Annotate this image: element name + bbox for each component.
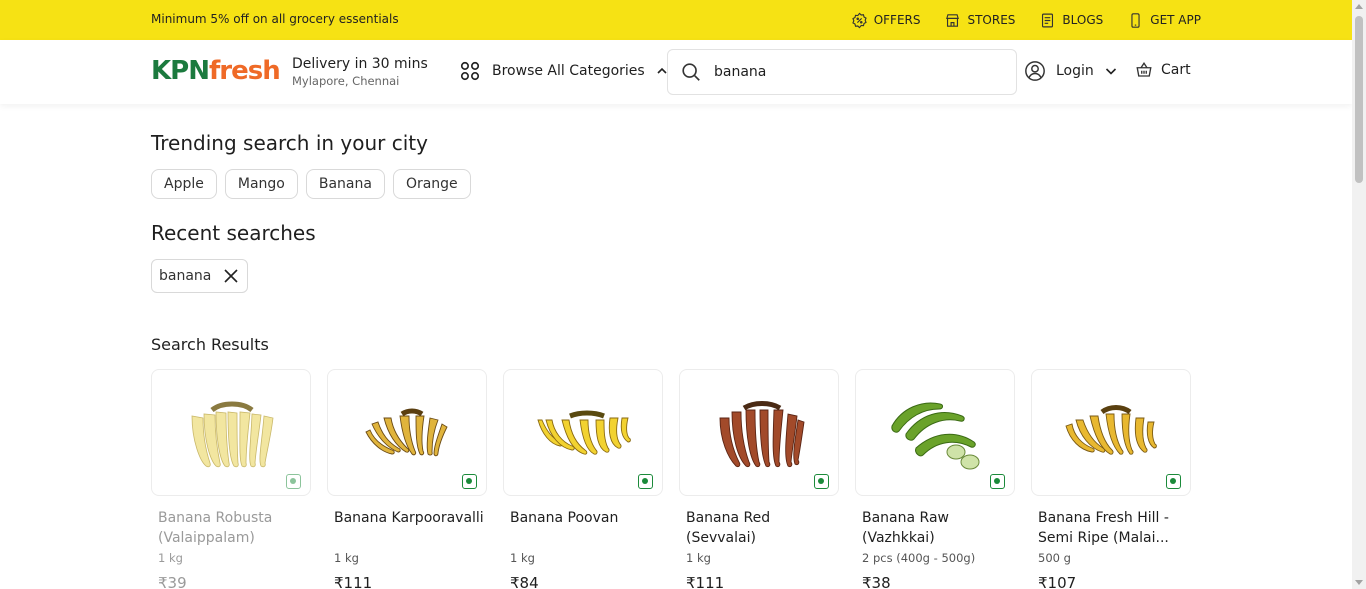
categories-grid-icon bbox=[460, 61, 480, 81]
delivery-location: Mylapore, Chennai bbox=[292, 74, 400, 88]
blogs-link[interactable]: BLOGS bbox=[1039, 12, 1103, 29]
trending-chip-mango[interactable]: Mango bbox=[224, 169, 298, 199]
cart-button[interactable]: Cart bbox=[1135, 61, 1191, 79]
banana-bunch-image bbox=[719, 401, 805, 468]
veg-indicator-icon bbox=[990, 474, 1005, 489]
product-price: ₹84 bbox=[510, 574, 539, 589]
search-input[interactable] bbox=[714, 64, 994, 80]
cart-label: Cart bbox=[1161, 62, 1191, 78]
product-name[interactable]: Banana Red (Sevvalai) bbox=[679, 508, 839, 548]
offers-link[interactable]: OFFERS bbox=[851, 12, 921, 29]
phone-icon bbox=[1131, 12, 1140, 28]
product-card[interactable]: Banana Red (Sevvalai) 1 kg ₹111 bbox=[679, 369, 839, 589]
veg-indicator-icon bbox=[462, 474, 477, 489]
chevron-up-icon bbox=[657, 67, 667, 74]
product-name[interactable]: Banana Poovan bbox=[503, 508, 663, 548]
browse-categories-label: Browse All Categories bbox=[492, 63, 645, 79]
product-card[interactable]: Banana Poovan 1 kg ₹84 bbox=[503, 369, 663, 589]
promo-links: OFFERS STORES BLOGS GET APP bbox=[851, 0, 1201, 40]
product-price: ₹111 bbox=[334, 574, 373, 589]
product-name[interactable]: Banana Raw (Vazhkkai) bbox=[855, 508, 1015, 548]
product-price: ₹111 bbox=[686, 574, 725, 589]
product-price: ₹39 bbox=[158, 574, 187, 589]
offers-label: OFFERS bbox=[873, 13, 921, 27]
product-image[interactable] bbox=[1031, 369, 1191, 496]
kpn-fresh-logo[interactable]: KPNfresh bbox=[151, 56, 281, 86]
product-price: ₹38 bbox=[862, 574, 891, 589]
close-icon[interactable] bbox=[223, 268, 239, 284]
banana-bunch-image bbox=[365, 408, 448, 457]
basket-icon bbox=[1136, 62, 1152, 77]
blog-icon bbox=[1042, 13, 1054, 27]
page-scrollbar[interactable] bbox=[1352, 0, 1366, 589]
promo-bar: Minimum 5% off on all grocery essentials… bbox=[0, 0, 1352, 40]
login-button[interactable]: Login bbox=[1024, 60, 1118, 82]
recent-searches-title: Recent searches bbox=[151, 221, 316, 245]
product-image[interactable] bbox=[503, 369, 663, 496]
blogs-label: BLOGS bbox=[1062, 13, 1104, 27]
scrollbar-thumb[interactable] bbox=[1355, 16, 1363, 183]
page: Minimum 5% off on all grocery essentials… bbox=[0, 0, 1366, 589]
user-icon bbox=[1025, 61, 1045, 81]
scroll-up-arrow-icon[interactable] bbox=[1355, 4, 1363, 9]
product-quantity: 1 kg bbox=[686, 551, 711, 565]
login-label: Login bbox=[1056, 63, 1094, 79]
product-quantity: 1 kg bbox=[334, 551, 359, 565]
logo-kpn: KPN bbox=[151, 56, 210, 86]
product-list: Banana Robusta (Valaippalam) 1 kg ₹39 Ba… bbox=[151, 369, 1191, 589]
product-quantity: 500 g bbox=[1038, 551, 1071, 565]
trending-chip-apple[interactable]: Apple bbox=[151, 169, 217, 199]
scroll-down-arrow-icon[interactable] bbox=[1355, 580, 1363, 585]
product-card[interactable]: Banana Fresh Hill - Semi Ripe (Malai... … bbox=[1031, 369, 1191, 589]
veg-indicator-icon bbox=[814, 474, 829, 489]
get-app-link[interactable]: GET APP bbox=[1127, 12, 1201, 29]
banana-bunch-image bbox=[191, 401, 274, 468]
veg-indicator-icon bbox=[286, 474, 301, 489]
product-quantity: 1 kg bbox=[510, 551, 535, 565]
chevron-down-icon bbox=[1105, 68, 1116, 75]
veg-indicator-icon bbox=[638, 474, 653, 489]
offer-badge-icon bbox=[851, 12, 867, 28]
product-image[interactable] bbox=[855, 369, 1015, 496]
store-icon bbox=[946, 13, 960, 27]
veg-indicator-icon bbox=[1166, 474, 1181, 489]
product-name[interactable]: Banana Robusta (Valaippalam) bbox=[151, 508, 311, 548]
main-header: KPNfresh Delivery in 30 mins Mylapore, C… bbox=[0, 40, 1352, 104]
trending-title: Trending search in your city bbox=[151, 131, 428, 155]
product-quantity: 1 kg bbox=[158, 551, 183, 565]
delivery-time: Delivery in 30 mins bbox=[292, 56, 428, 72]
logo-fresh: fresh bbox=[208, 56, 281, 86]
search-icon bbox=[682, 63, 700, 81]
product-image[interactable] bbox=[327, 369, 487, 496]
product-name[interactable]: Banana Karpooravalli bbox=[327, 508, 487, 548]
banana-bunch-image bbox=[537, 410, 631, 455]
search-results-title: Search Results bbox=[151, 335, 269, 354]
product-quantity: 2 pcs (400g - 500g) bbox=[862, 551, 976, 565]
stores-link[interactable]: STORES bbox=[944, 12, 1015, 29]
product-image[interactable] bbox=[151, 369, 311, 496]
get-app-label: GET APP bbox=[1150, 13, 1201, 27]
product-card[interactable]: Banana Raw (Vazhkkai) 2 pcs (400g - 500g… bbox=[855, 369, 1015, 589]
trending-chip-orange[interactable]: Orange bbox=[392, 169, 471, 199]
trending-chip-banana[interactable]: Banana bbox=[305, 169, 385, 199]
product-card[interactable]: Banana Robusta (Valaippalam) 1 kg ₹39 bbox=[151, 369, 311, 589]
product-card[interactable]: Banana Karpooravalli 1 kg ₹111 bbox=[327, 369, 487, 589]
product-name[interactable]: Banana Fresh Hill - Semi Ripe (Malai... bbox=[1031, 508, 1191, 548]
raw-banana-image bbox=[891, 402, 980, 470]
search-box[interactable] bbox=[667, 49, 1017, 95]
recent-search-chip[interactable]: banana bbox=[151, 259, 249, 293]
promo-text: Minimum 5% off on all grocery essentials bbox=[151, 12, 399, 26]
recent-search-label: banana bbox=[159, 268, 212, 284]
stores-label: STORES bbox=[967, 13, 1016, 27]
product-image[interactable] bbox=[679, 369, 839, 496]
product-price: ₹107 bbox=[1038, 574, 1077, 589]
banana-bunch-image bbox=[1065, 405, 1157, 455]
trending-chips: Apple Mango Banana Orange bbox=[151, 169, 471, 199]
delivery-info[interactable]: Delivery in 30 mins Mylapore, Chennai bbox=[292, 55, 428, 89]
browse-categories-button[interactable]: Browse All Categories bbox=[459, 60, 668, 82]
